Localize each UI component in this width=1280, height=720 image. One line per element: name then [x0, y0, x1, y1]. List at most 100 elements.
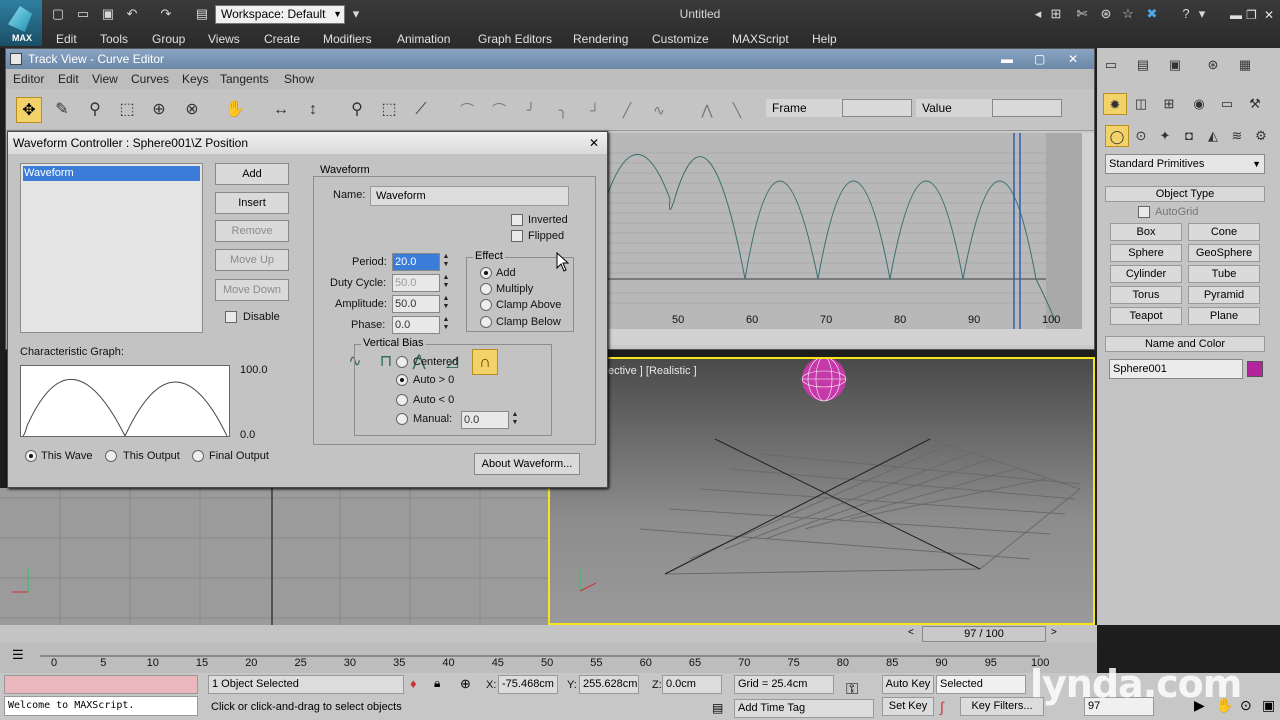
render-icon[interactable]: ▣	[1163, 54, 1187, 76]
tv-menu-tangents[interactable]: Tangents	[220, 72, 269, 86]
bias-manual-spinner[interactable]: 0.0	[461, 411, 509, 429]
lock-icon[interactable]: 🔒︎	[434, 676, 440, 691]
flipped-checkbox[interactable]	[511, 230, 523, 242]
menu-graph-editors[interactable]: Graph Editors	[478, 32, 552, 46]
zoom-region-icon[interactable]: ⬚	[376, 97, 402, 123]
tangent-custom-icon[interactable]: ⌒	[488, 99, 510, 121]
remove-button[interactable]: Remove	[215, 220, 289, 242]
cameras-icon[interactable]: ◘	[1177, 125, 1201, 147]
curve-vertical-scrollbar[interactable]	[1082, 133, 1094, 329]
absolute-mode-icon[interactable]: ⊕	[460, 676, 471, 692]
customize-toolbar-icon[interactable]: ▾	[348, 6, 364, 22]
disable-checkbox[interactable]	[225, 311, 237, 323]
x-icon[interactable]: ✖	[1144, 6, 1160, 22]
this-output-radio[interactable]	[105, 450, 117, 462]
app-logo[interactable]: MAX	[0, 0, 42, 46]
cylinder-button[interactable]: Cylinder	[1110, 265, 1182, 283]
name-color-rollout[interactable]: Name and Color	[1105, 336, 1265, 352]
shapes-icon[interactable]: ⊙	[1129, 125, 1153, 147]
effect-clamp-above-radio[interactable]	[480, 299, 492, 311]
restore-icon[interactable]: ❐	[1246, 8, 1257, 22]
menu-animation[interactable]: Animation	[397, 32, 450, 46]
undo-icon[interactable]: ↶	[124, 6, 140, 22]
key-mode-dropdown[interactable]: Selected	[936, 675, 1026, 694]
time-slider[interactable]: < 97 / 100 >	[0, 625, 1097, 643]
lights-icon[interactable]: ✦	[1153, 125, 1177, 147]
menu-maxscript[interactable]: MAXScript	[732, 32, 789, 46]
zoom-icon[interactable]: ⚲	[344, 97, 370, 123]
curve-graph[interactable]: 50 60 70 80 90 100	[608, 133, 1082, 329]
plane-button[interactable]: Plane	[1188, 307, 1260, 325]
geometry-icon[interactable]: ◯	[1105, 125, 1129, 147]
prev-frame-icon[interactable]: <	[908, 627, 914, 638]
viewport-label[interactable]: ective ] [Realistic ]	[608, 365, 697, 377]
space-warps-icon[interactable]: ≋	[1225, 125, 1249, 147]
effect-multiply-radio[interactable]	[480, 283, 492, 295]
project-folder-icon[interactable]: ▤	[194, 6, 210, 22]
modify-tab-icon[interactable]: ◫	[1129, 93, 1153, 115]
autogrid-checkbox[interactable]	[1138, 206, 1150, 218]
render-setup-icon[interactable]: ▭	[1099, 54, 1123, 76]
tools-icon[interactable]: ✄	[1074, 6, 1090, 22]
phase-spinner[interactable]: 0.0	[392, 316, 440, 334]
minimize-icon[interactable]: ▬	[1001, 49, 1013, 69]
tv-menu-curves[interactable]: Curves	[131, 72, 169, 86]
curve-horizontal-scrollbar[interactable]	[608, 329, 1094, 345]
teapot-button[interactable]: Teapot	[1110, 307, 1182, 325]
time-slider-thumb[interactable]: 97 / 100	[922, 626, 1046, 642]
save-icon[interactable]: ▣	[100, 6, 116, 22]
retime-icon[interactable]: ⊕	[146, 97, 172, 123]
maxscript-output[interactable]: Welcome to MAXScript.	[4, 696, 198, 716]
arrow-left-icon[interactable]: ◂	[1030, 6, 1046, 22]
period-spinner-arrows[interactable]: ▲ ▼	[441, 253, 451, 271]
effect-clamp-below-radio[interactable]	[480, 316, 492, 328]
insert-button[interactable]: Insert	[215, 192, 289, 214]
list-item[interactable]: Waveform	[23, 166, 200, 181]
menu-create[interactable]: Create	[264, 32, 300, 46]
track-view-titlebar[interactable]: Track View - Curve Editor ▬ ▢ ✕	[6, 49, 1094, 69]
key-icon[interactable]: ⚿	[846, 681, 858, 699]
category-dropdown[interactable]: Standard Primitives ▼	[1105, 154, 1265, 174]
retime-all-icon[interactable]: ⊗	[179, 97, 205, 123]
help-dropdown-icon[interactable]: ▾	[1194, 6, 1210, 22]
region-keys-icon[interactable]: ⬚	[114, 97, 140, 123]
value-field[interactable]	[992, 99, 1062, 117]
name-input[interactable]: Waveform	[370, 186, 569, 206]
torus-button[interactable]: Torus	[1110, 286, 1182, 304]
tangent-linear-icon[interactable]: ╱	[616, 99, 638, 121]
auto-key-button[interactable]: Auto Key	[882, 675, 934, 694]
rendered-frame-icon[interactable]: ▤	[1131, 54, 1155, 76]
z-coordinate[interactable]: 0.0cm	[662, 675, 722, 694]
tv-menu-editor[interactable]: Editor	[13, 72, 44, 86]
object-type-rollout[interactable]: Object Type	[1105, 186, 1265, 202]
about-waveform-button[interactable]: About Waveform...	[474, 453, 580, 475]
move-keys-icon[interactable]: ✥	[16, 97, 42, 123]
geosphere-button[interactable]: GeoSphere	[1188, 244, 1260, 262]
sphere-object[interactable]	[802, 359, 846, 401]
maximize-viewport-icon[interactable]: ▣	[1262, 697, 1275, 714]
tangent-step-icon[interactable]: ┘	[584, 99, 606, 121]
utilities-tab-icon[interactable]: ⚒	[1243, 93, 1267, 115]
final-output-radio[interactable]	[192, 450, 204, 462]
bias-manual-radio[interactable]	[396, 413, 408, 425]
menu-tools[interactable]: Tools	[100, 32, 128, 46]
menu-edit[interactable]: Edit	[56, 32, 77, 46]
add-button[interactable]: Add	[215, 163, 289, 185]
render-production-icon[interactable]: ⊛	[1201, 54, 1225, 76]
trackbar[interactable]: ☰ 0 5 10 15 20 25 30 35 40 45 50 55 60 65 70 75 80 85 90 95…	[0, 643, 1097, 673]
tube-button[interactable]: Tube	[1188, 265, 1260, 283]
frame-value-icon[interactable]: ↕	[300, 97, 326, 123]
object-name-input[interactable]: Sphere001	[1109, 359, 1243, 379]
workspace-dropdown[interactable]: Workspace: Default ▼	[215, 5, 345, 24]
minimize-icon[interactable]: ▬	[1230, 8, 1242, 22]
tv-menu-show[interactable]: Show	[284, 72, 314, 86]
help-icon[interactable]: ?	[1178, 6, 1194, 22]
object-color-swatch[interactable]	[1247, 361, 1263, 377]
maximize-icon[interactable]: ▢	[1034, 49, 1045, 69]
set-key-button[interactable]: Set Key	[882, 697, 934, 716]
tangent-smooth-icon[interactable]: ∿	[648, 99, 670, 121]
orbit-icon[interactable]: ⊙	[1240, 697, 1252, 714]
phase-spinner-arrows[interactable]: ▲ ▼	[441, 316, 451, 334]
create-tab-icon[interactable]: ✹	[1103, 93, 1127, 115]
menu-views[interactable]: Views	[208, 32, 240, 46]
